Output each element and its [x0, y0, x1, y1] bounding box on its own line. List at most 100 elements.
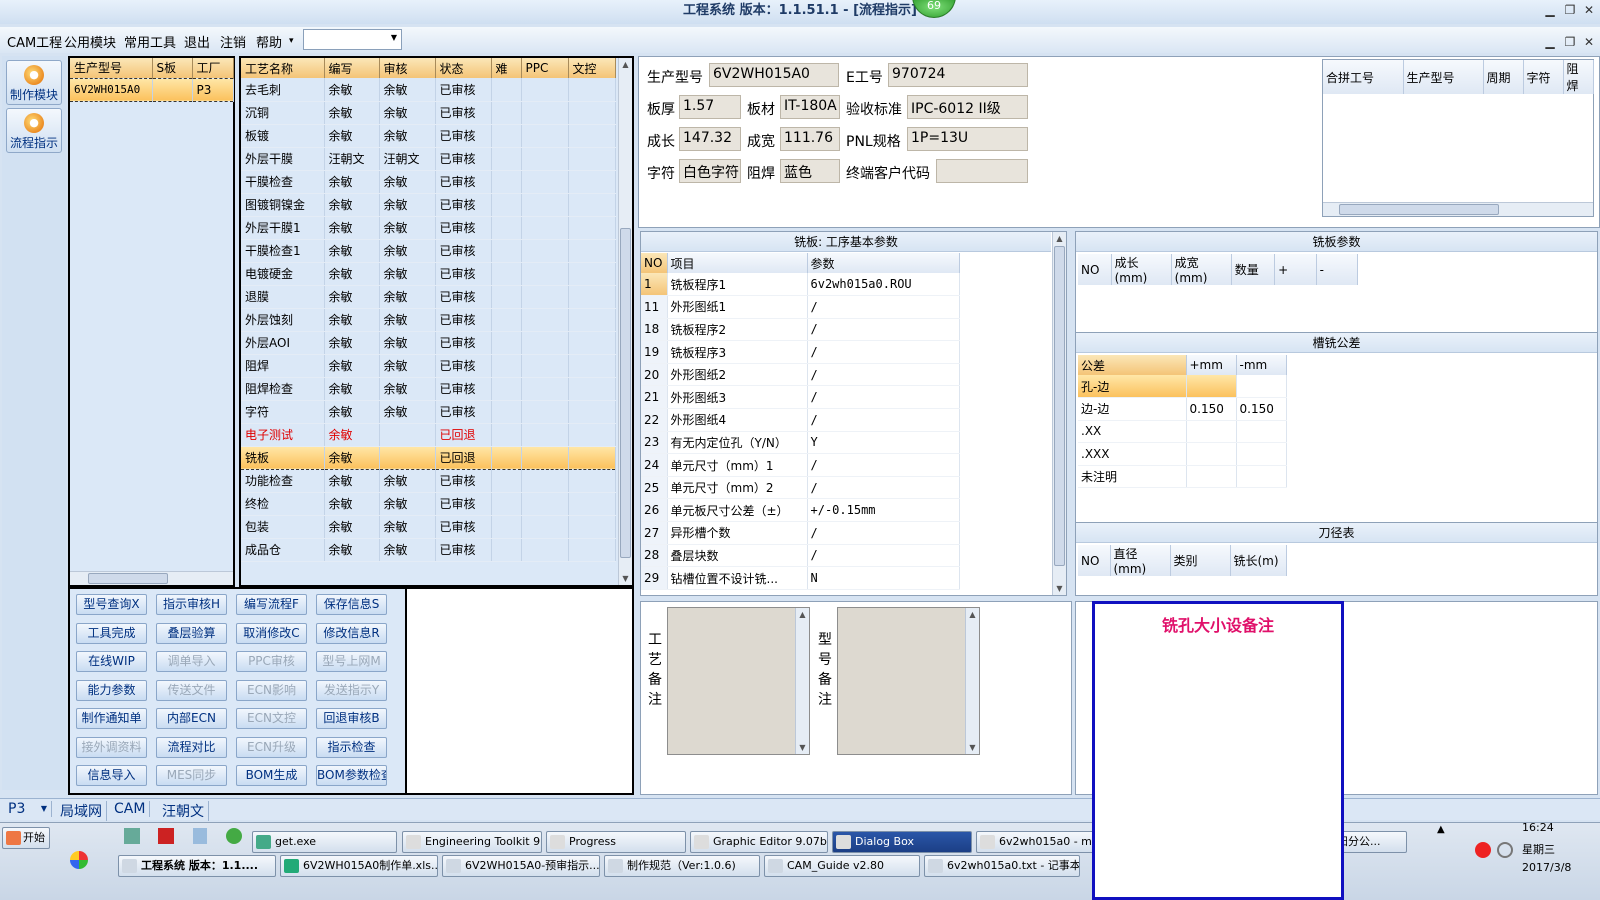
- process-remark-field[interactable]: ▲ ▼: [667, 607, 810, 755]
- action-button[interactable]: 能力参数: [76, 679, 147, 701]
- restore-icon[interactable]: ❐: [1563, 3, 1577, 17]
- length-field[interactable]: 147.32: [679, 127, 741, 151]
- col-difficulty[interactable]: 难: [491, 58, 522, 78]
- col-tool-no[interactable]: NO: [1078, 545, 1111, 576]
- table-row[interactable]: 图镀铜镍金 余敏 余敏 已审核: [241, 193, 616, 217]
- table-row[interactable]: .XXX: [1078, 442, 1287, 466]
- col-mask[interactable]: 阻焊: [1563, 60, 1594, 94]
- col-no[interactable]: NO: [641, 253, 668, 273]
- params-vscroll[interactable]: ▲ ▼: [1052, 232, 1066, 595]
- col-period[interactable]: 周期: [1483, 60, 1524, 94]
- menu-logout[interactable]: 注销: [220, 32, 246, 51]
- process-vscroll[interactable]: ▲ ▼: [618, 58, 632, 585]
- col-item[interactable]: 项目: [667, 253, 808, 273]
- table-row[interactable]: 外层AOI 余敏 余敏 已审核: [241, 331, 616, 355]
- standard-field[interactable]: IPC-6012 II级: [907, 95, 1028, 119]
- taskbar-app[interactable]: Dialog Box: [832, 831, 972, 853]
- table-row[interactable]: 边-边 0.150 0.150: [1078, 397, 1287, 421]
- table-row[interactable]: 26 单元板尺寸公差（±） +/-0.15mm: [641, 498, 960, 523]
- col-mill-width[interactable]: 成宽(mm): [1171, 254, 1232, 285]
- action-button[interactable]: 内部ECN: [156, 708, 227, 729]
- col-diameter[interactable]: 直径(mm): [1110, 545, 1171, 576]
- taskbar-app[interactable]: 6V2WH015A0制作单.xls...: [280, 855, 438, 877]
- table-row[interactable]: 阻焊 余敏 余敏 已审核: [241, 354, 616, 378]
- make-module-button[interactable]: ● 制作模块: [6, 60, 62, 105]
- action-button[interactable]: BOM生成: [236, 765, 307, 786]
- table-row[interactable]: 字符 余敏 余敏 已审核: [241, 400, 616, 424]
- table-row[interactable]: 干膜检查 余敏 余敏 已审核: [241, 170, 616, 194]
- col-mill-length-m[interactable]: 铣长(m): [1230, 545, 1287, 576]
- col-merge-no[interactable]: 合拼工号: [1323, 60, 1404, 94]
- action-button[interactable]: 编写流程F: [236, 594, 307, 615]
- model-field[interactable]: 6V2WH015A0: [709, 63, 839, 87]
- col-s-board[interactable]: S板: [152, 58, 193, 78]
- table-row[interactable]: 23 有无内定位孔（Y/N） Y: [641, 431, 960, 455]
- action-button[interactable]: ECN升级: [236, 736, 307, 758]
- taskbar-app[interactable]: Graphic Editor 9.07b2...: [690, 831, 828, 853]
- table-row[interactable]: 终检 余敏 余敏 已审核: [241, 492, 616, 516]
- factory-select[interactable]: P3 ▼: [4, 801, 52, 817]
- col-merge-model[interactable]: 生产型号: [1403, 60, 1484, 94]
- character-field[interactable]: 白色字符: [679, 159, 741, 183]
- action-button[interactable]: PPC审核: [236, 651, 307, 672]
- volume-icon[interactable]: [1497, 842, 1513, 858]
- thickness-field[interactable]: 1.57: [679, 95, 741, 119]
- action-button[interactable]: 接外调资料: [76, 736, 147, 758]
- col-factory[interactable]: 工厂: [192, 58, 234, 78]
- action-button[interactable]: 发送指示Y: [316, 679, 387, 701]
- table-row[interactable]: 18 铣板程序2/: [641, 318, 960, 342]
- menu-common-tools[interactable]: 常用工具: [124, 32, 176, 51]
- taskbar-app[interactable]: 制作规范（Ver:1.0.6): [604, 855, 760, 877]
- col-tolerance[interactable]: 公差: [1078, 355, 1187, 375]
- col-reviewer[interactable]: 审核: [379, 58, 436, 78]
- col-author[interactable]: 编写: [324, 58, 380, 78]
- action-button[interactable]: ECN影响: [236, 679, 307, 701]
- model-row[interactable]: 6V2WH015A0 P3: [70, 77, 234, 102]
- taskbar-app[interactable]: 6V2WH015A0-预审指示...: [442, 855, 600, 877]
- tray-app-icon[interactable]: [1475, 842, 1491, 858]
- col-mill-qty[interactable]: 数量: [1231, 254, 1276, 285]
- taskbar-app[interactable]: CAM_Guide v2.80: [764, 855, 920, 877]
- width-field[interactable]: 111.76: [780, 127, 840, 151]
- col-model[interactable]: 生产型号: [70, 58, 153, 78]
- taskbar-app[interactable]: get.exe: [252, 831, 397, 853]
- col-mill-minus[interactable]: -: [1316, 254, 1359, 285]
- col-mill-plus[interactable]: +: [1274, 254, 1317, 285]
- table-row[interactable]: 干膜检查1 余敏 余敏 已审核: [241, 239, 616, 263]
- table-row[interactable]: 退膜 余敏 余敏 已审核: [241, 285, 616, 309]
- col-doc-control[interactable]: 文控: [568, 58, 616, 78]
- action-button[interactable]: 信息导入: [76, 765, 147, 786]
- menu-exit[interactable]: 退出: [184, 32, 210, 51]
- table-row[interactable]: 功能检查 余敏 余敏 已审核: [241, 469, 616, 493]
- table-row[interactable]: 外层蚀刻 余敏 余敏 已审核: [241, 308, 616, 332]
- action-button[interactable]: 型号查询X: [76, 594, 147, 615]
- action-button[interactable]: BOM参数检查: [316, 765, 387, 786]
- mdi-restore-icon[interactable]: ❐: [1563, 35, 1577, 49]
- clock-date[interactable]: 2017/3/8: [1522, 861, 1571, 874]
- model-hscroll[interactable]: [70, 571, 233, 585]
- merge-hscroll[interactable]: [1323, 202, 1593, 216]
- col-param[interactable]: 参数: [807, 253, 960, 273]
- col-ppc[interactable]: PPC: [521, 58, 569, 78]
- clock-time[interactable]: 16:24: [1522, 821, 1554, 834]
- taskbar-app[interactable]: 6v2wh015a0 - main: [976, 831, 1106, 853]
- action-button[interactable]: 型号上网M: [316, 651, 387, 672]
- action-button[interactable]: 调单导入: [156, 651, 227, 672]
- action-button[interactable]: 叠层验算: [156, 622, 227, 644]
- model-remark-field[interactable]: ▲ ▼: [837, 607, 980, 755]
- col-category[interactable]: 类别: [1170, 545, 1231, 576]
- action-button[interactable]: 指示审核H: [156, 594, 227, 615]
- close-icon[interactable]: ✕: [1582, 3, 1596, 17]
- table-row[interactable]: 21 外形图纸3/: [641, 385, 960, 410]
- action-button[interactable]: 回退审核B: [316, 708, 387, 729]
- table-row[interactable]: 20 外形图纸2/: [641, 363, 960, 387]
- action-button[interactable]: 修改信息R: [316, 622, 387, 644]
- action-button[interactable]: 制作通知单: [76, 708, 147, 729]
- taskbar-app[interactable]: 6v2wh015a0.txt - 记事本: [924, 855, 1080, 877]
- table-row[interactable]: 11 外形图纸1/: [641, 295, 960, 319]
- flow-indicator-button[interactable]: ● 流程指示: [6, 108, 62, 153]
- e-number-field[interactable]: 970724: [888, 63, 1028, 87]
- action-button[interactable]: 工具完成: [76, 622, 147, 644]
- table-row[interactable]: 29 钻槽位置不设计铣... N: [641, 566, 960, 590]
- taskbar-app[interactable]: 工程系统 版本：1.1....: [118, 855, 276, 877]
